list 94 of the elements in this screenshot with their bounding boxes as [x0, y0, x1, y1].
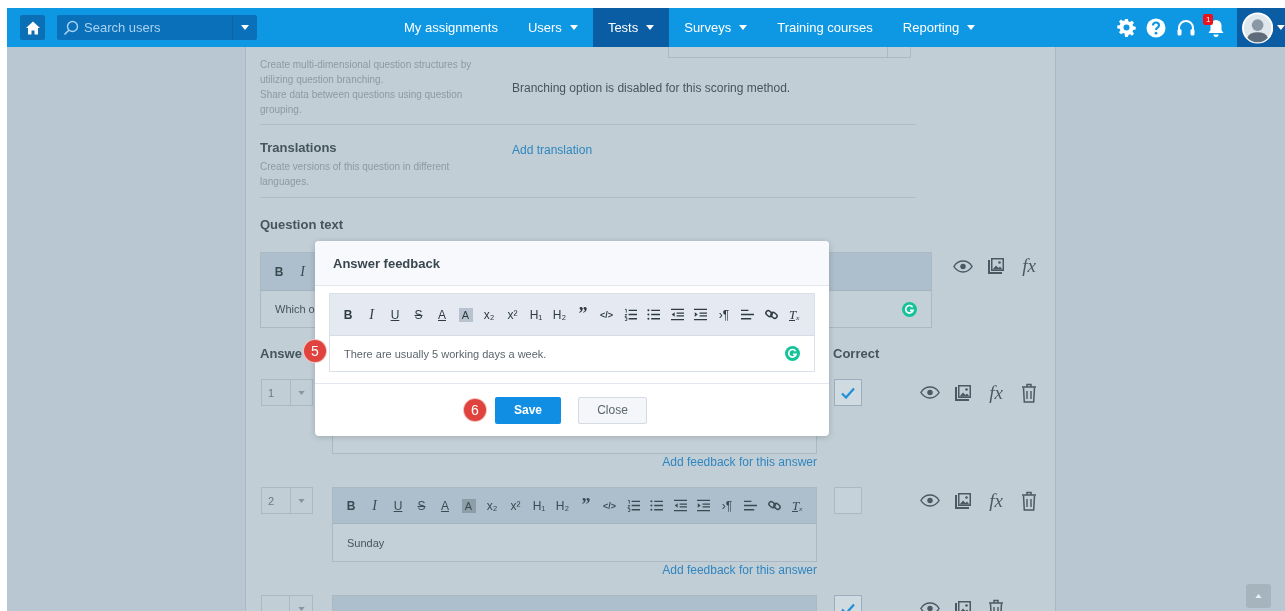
superscript-button[interactable]: x²	[502, 304, 523, 325]
bullet-list-icon[interactable]	[647, 308, 660, 321]
caret-icon	[297, 390, 305, 395]
search-field[interactable]: Search users	[79, 19, 232, 36]
info-text: Branching option is disabled for this scoring method.	[512, 80, 792, 96]
paragraph-button[interactable]: ›¶	[714, 304, 734, 325]
check-icon	[841, 602, 855, 611]
notification-badge: 1	[1203, 14, 1214, 25]
text-color-button[interactable]: A	[435, 495, 455, 516]
section-title: Answe	[260, 346, 302, 362]
save-button[interactable]: Save	[495, 396, 561, 424]
bold-button[interactable]: B	[338, 304, 358, 325]
italic-button[interactable]: I	[364, 495, 385, 516]
strikethrough-button[interactable]: S	[408, 304, 429, 325]
close-button[interactable]: Close	[578, 396, 647, 424]
column-header: Correct	[833, 346, 880, 362]
feedback-text: There are usually 5 working days a week.	[344, 347, 547, 360]
quote-button[interactable]: ”	[576, 495, 596, 516]
search-bar[interactable]: Search users	[57, 15, 257, 40]
avatar	[1242, 11, 1274, 44]
search-icon	[63, 19, 79, 36]
home-icon	[24, 19, 41, 36]
bullet-list-icon[interactable]	[650, 499, 663, 512]
user-menu[interactable]	[1237, 8, 1285, 47]
formula-button[interactable]: fx	[985, 489, 1007, 512]
superscript-button[interactable]: x²	[505, 495, 526, 516]
underline-button[interactable]: U	[385, 304, 405, 325]
quote-button[interactable]: ”	[573, 304, 593, 325]
formula-button[interactable]: fx	[985, 381, 1007, 404]
strikethrough-button[interactable]: S	[411, 495, 432, 516]
section-title: Question text	[260, 217, 345, 233]
heading-button[interactable]: H₂	[552, 495, 573, 516]
help-icon[interactable]	[1146, 17, 1166, 38]
correct-checkbox[interactable]	[834, 379, 862, 406]
heading-button[interactable]: H₁	[526, 304, 546, 325]
code-button[interactable]: </>	[599, 495, 620, 516]
align-icon[interactable]	[744, 499, 757, 512]
step-marker: 6	[464, 399, 486, 421]
subscript-button[interactable]: x₂	[479, 304, 499, 325]
section-title: Translations	[260, 140, 338, 156]
outdent-icon[interactable]	[673, 499, 687, 512]
bold-button[interactable]: B	[341, 495, 361, 516]
align-icon[interactable]	[741, 308, 754, 321]
link-icon[interactable]	[767, 499, 781, 512]
headset-icon[interactable]	[1176, 17, 1196, 38]
menu-item[interactable]: Training courses	[762, 8, 888, 47]
italic-button[interactable]: I	[292, 261, 313, 282]
highlight-button[interactable]: A	[458, 307, 473, 322]
numbered-list-icon[interactable]	[626, 499, 640, 512]
paragraph-button[interactable]: ›¶	[717, 495, 737, 516]
correct-checkbox[interactable]	[834, 487, 862, 514]
indent-icon[interactable]	[694, 308, 707, 321]
caret-icon	[1277, 25, 1285, 30]
step-marker: 5	[304, 340, 326, 362]
home-button[interactable]	[20, 15, 45, 40]
link-icon[interactable]	[764, 308, 778, 321]
numbered-list-icon[interactable]	[623, 308, 637, 321]
italic-button[interactable]: I	[361, 304, 382, 325]
subscript-button[interactable]: x₂	[482, 495, 502, 516]
grammar-check-icon	[902, 301, 917, 317]
menu-item[interactable]: Surveys	[669, 8, 763, 47]
order-select[interactable]: 1	[261, 379, 313, 406]
check-icon	[841, 386, 855, 399]
clear-format-button[interactable]: Tₓ	[784, 304, 805, 325]
dialog-title: Answer feedback	[333, 255, 440, 271]
answer-editor[interactable]: B I U S A A x₂ x² H₁ H₂ ” </> ›¶ Tₓ Sunday	[332, 487, 817, 562]
image-icon[interactable]	[985, 255, 1007, 277]
heading-button[interactable]: H₁	[529, 495, 549, 516]
menu-item[interactable]: Reporting	[887, 8, 991, 47]
settings-icon[interactable]	[1117, 18, 1136, 37]
grammar-check-icon	[785, 346, 800, 361]
menu-item[interactable]: My assignments	[389, 8, 513, 47]
formula-button[interactable]: fx	[1018, 255, 1040, 277]
add-translation-link[interactable]: Add translation	[512, 143, 593, 157]
menu-item[interactable]: Users	[512, 8, 593, 47]
notifications-icon[interactable]	[1206, 17, 1226, 38]
code-button[interactable]: </>	[596, 304, 617, 325]
indent-icon[interactable]	[697, 499, 710, 512]
heading-button[interactable]: H₂	[549, 304, 570, 325]
underline-button[interactable]: U	[388, 495, 408, 516]
caret-icon	[297, 606, 305, 611]
highlight-button[interactable]: A	[461, 498, 476, 513]
text-color-button[interactable]: A	[432, 304, 452, 325]
question-text: Which o	[275, 303, 315, 315]
feedback-editor[interactable]: B I U S A A x₂ x² H₁ H₂ ” </> ›¶ Tₓ There are usually 5 working days a week.	[329, 293, 815, 372]
caret-icon	[297, 498, 305, 503]
arrow-up-icon	[1255, 594, 1262, 598]
order-select[interactable]: 2	[261, 487, 313, 514]
bold-button[interactable]: B	[269, 261, 289, 282]
menu-item[interactable]: Tests	[592, 8, 670, 47]
clear-format-button[interactable]: Tₓ	[787, 495, 808, 516]
caret-icon	[241, 25, 249, 30]
answer-text: Sunday	[347, 536, 385, 549]
outdent-icon[interactable]	[670, 308, 684, 321]
